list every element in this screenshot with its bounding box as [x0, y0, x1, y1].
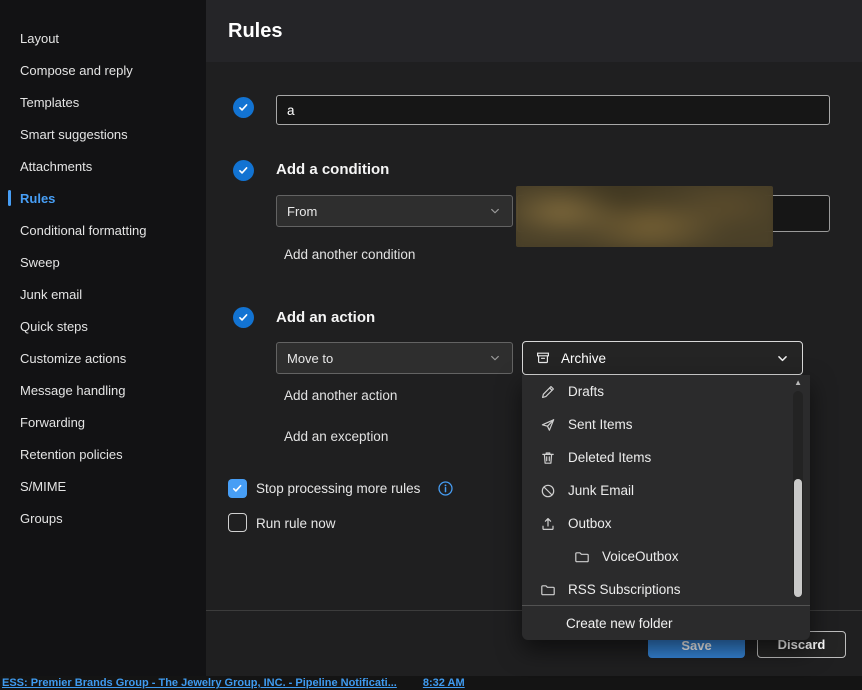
page-title: Rules	[228, 19, 283, 42]
folder-option-label: VoiceOutbox	[602, 549, 679, 564]
folder-option-drafts[interactable]: Drafts	[522, 375, 810, 408]
rule-name-step-check-icon	[233, 97, 254, 118]
sidebar-item-label: Sweep	[20, 254, 60, 270]
sidebar-item-label: Rules	[20, 190, 56, 206]
condition-value-input[interactable]	[517, 195, 830, 232]
sidebar-item-conditional-formatting[interactable]: Conditional formatting	[0, 214, 206, 246]
action-type-select[interactable]: Move to	[276, 342, 513, 374]
folder-option-sent-items[interactable]: Sent Items	[522, 408, 810, 441]
sidebar-item-label: Message handling	[20, 382, 126, 398]
action-type-value: Move to	[287, 350, 334, 366]
sent-items-icon	[540, 417, 556, 433]
drafts-icon	[540, 384, 556, 400]
chevron-down-icon	[775, 351, 790, 366]
folder-dropdown-list: Drafts Sent Items Deleted Items Junk Email O…	[522, 375, 810, 605]
folder-option-deleted-items[interactable]: Deleted Items	[522, 441, 810, 474]
sidebar-item-label: Forwarding	[20, 414, 86, 430]
sidebar-item-junk-email[interactable]: Junk email	[0, 278, 206, 310]
sidebar-item-label: S/MIME	[20, 478, 67, 494]
background-window-title[interactable]: ESS: Premier Brands Group - The Jewelry …	[2, 677, 397, 689]
sidebar-item-label: Quick steps	[20, 318, 88, 334]
add-exception-link[interactable]: Add an exception	[284, 429, 388, 444]
sidebar-item-smart-suggestions[interactable]: Smart suggestions	[0, 118, 206, 150]
sidebar-item-s-mime[interactable]: S/MIME	[0, 470, 206, 502]
sidebar-nav: Layout Compose and reply Templates Smart su…	[0, 0, 206, 676]
sidebar-item-quick-steps[interactable]: Quick steps	[0, 310, 206, 342]
run-rule-now-label[interactable]: Run rule now	[256, 516, 336, 531]
settings-window: Layout Compose and reply Templates Smart su…	[0, 0, 862, 690]
sidebar-item-templates[interactable]: Templates	[0, 86, 206, 118]
sidebar-item-forwarding[interactable]: Forwarding	[0, 406, 206, 438]
folder-option-rss-subscriptions[interactable]: RSS Subscriptions	[522, 573, 810, 605]
sidebar-item-compose-and-reply[interactable]: Compose and reply	[0, 54, 206, 86]
sidebar-item-label: Smart suggestions	[20, 126, 128, 142]
folder-icon	[540, 582, 556, 598]
sidebar-item-label: Attachments	[20, 158, 93, 174]
folder-option-label: Drafts	[568, 384, 605, 399]
scrollbar-thumb[interactable]	[794, 479, 802, 597]
sidebar-item-label: Groups	[20, 510, 63, 526]
folder-option-label: Sent Items	[568, 417, 633, 432]
action-step-check-icon	[233, 307, 254, 328]
condition-type-select[interactable]: From	[276, 195, 513, 227]
sidebar-item-label: Retention policies	[20, 446, 123, 462]
folder-option-outbox[interactable]: Outbox	[522, 507, 810, 540]
folder-option-label: RSS Subscriptions	[568, 582, 681, 597]
add-condition-link[interactable]: Add another condition	[284, 247, 415, 262]
run-rule-now-checkbox[interactable]	[228, 513, 247, 532]
scroll-up-icon[interactable]: ▲	[794, 378, 802, 387]
folder-select-value: Archive	[561, 350, 607, 366]
deleted-items-icon	[540, 450, 556, 466]
action-heading: Add an action	[276, 309, 376, 326]
info-icon[interactable]	[437, 480, 454, 497]
sidebar-item-label: Compose and reply	[20, 62, 133, 78]
page-header: Rules	[206, 0, 862, 62]
folder-option-voiceoutbox[interactable]: VoiceOutbox	[522, 540, 810, 573]
folder-option-label: Junk Email	[568, 483, 635, 498]
outbox-icon	[540, 516, 556, 532]
chevron-down-icon	[488, 351, 502, 365]
sidebar-item-message-handling[interactable]: Message handling	[0, 374, 206, 406]
add-action-link[interactable]: Add another action	[284, 388, 397, 403]
condition-type-value: From	[287, 203, 318, 219]
condition-step-check-icon	[233, 160, 254, 181]
stop-processing-checkbox[interactable]	[228, 479, 247, 498]
folder-option-junk-email[interactable]: Junk Email	[522, 474, 810, 507]
folder-icon	[574, 549, 590, 565]
sidebar-item-attachments[interactable]: Attachments	[0, 150, 206, 182]
stop-processing-label[interactable]: Stop processing more rules	[256, 481, 420, 496]
background-window-strip: ESS: Premier Brands Group - The Jewelry …	[0, 676, 862, 690]
condition-heading: Add a condition	[276, 161, 390, 178]
archive-icon	[535, 350, 551, 366]
sidebar-item-customize-actions[interactable]: Customize actions	[0, 342, 206, 374]
chevron-down-icon	[488, 204, 502, 218]
sidebar-item-groups[interactable]: Groups	[0, 502, 206, 534]
rule-name-input[interactable]	[276, 95, 830, 125]
background-window-time: 8:32 AM	[422, 677, 465, 689]
sidebar-item-label: Junk email	[20, 286, 83, 302]
sidebar-item-sweep[interactable]: Sweep	[0, 246, 206, 278]
folder-option-label: Outbox	[568, 516, 612, 531]
folder-select-combobox[interactable]: Archive	[522, 341, 803, 375]
sidebar-item-label: Conditional formatting	[20, 222, 147, 238]
sidebar-item-label: Layout	[20, 30, 60, 46]
junk-email-icon	[540, 483, 556, 499]
sidebar-item-layout[interactable]: Layout	[0, 22, 206, 54]
create-new-folder-item[interactable]: Create new folder	[522, 606, 810, 640]
sidebar-item-retention-policies[interactable]: Retention policies	[0, 438, 206, 470]
sidebar-item-label: Templates	[20, 94, 80, 110]
sidebar-item-rules[interactable]: Rules	[0, 182, 206, 214]
folder-option-label: Deleted Items	[568, 450, 652, 465]
sidebar-item-label: Customize actions	[20, 350, 127, 366]
folder-dropdown-menu: Drafts Sent Items Deleted Items Junk Email O…	[522, 375, 810, 640]
